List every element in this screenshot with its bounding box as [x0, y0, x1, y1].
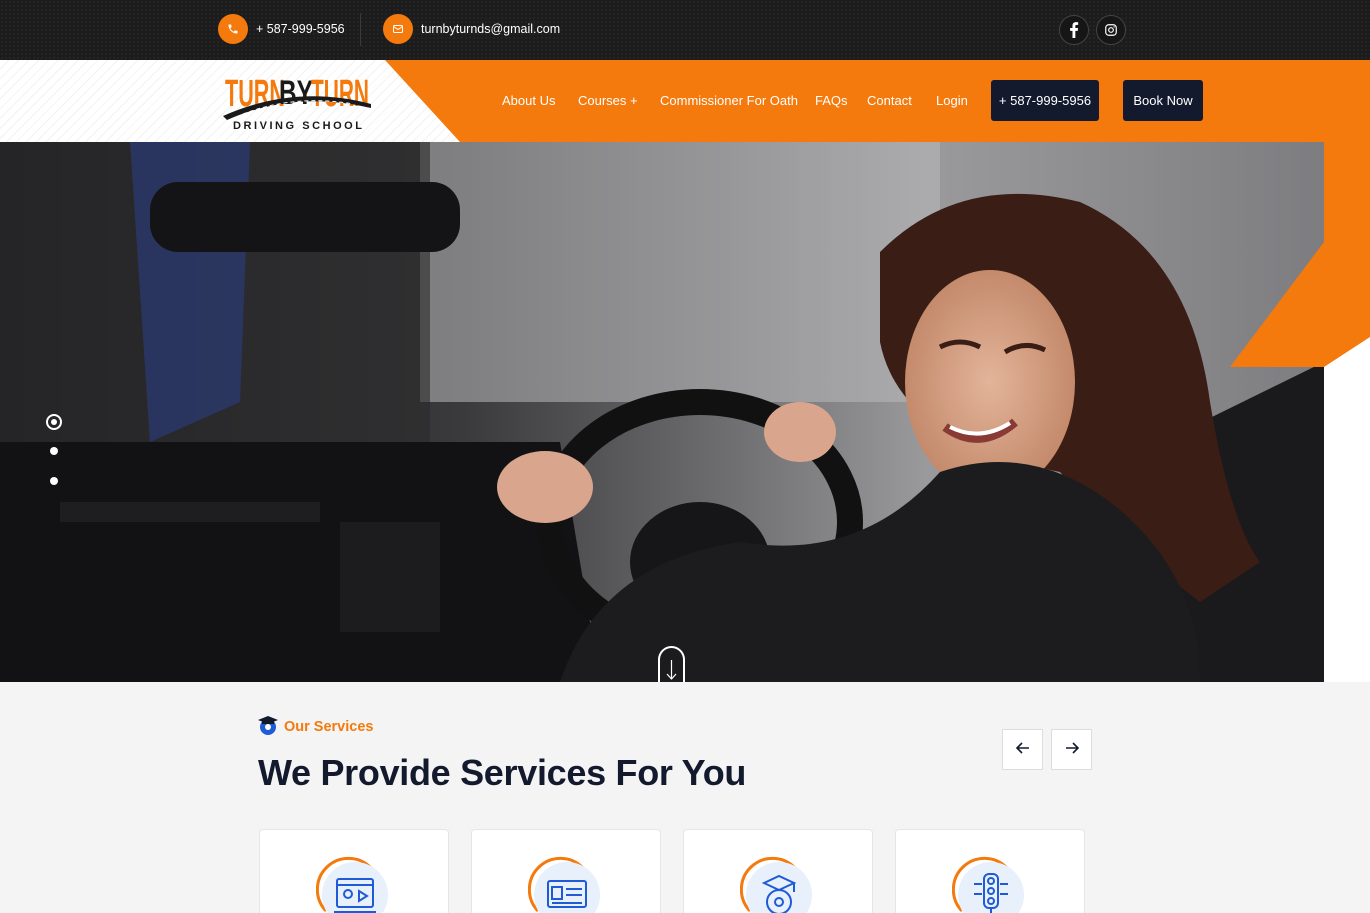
services-section: Our Services We Provide Services For You	[0, 682, 1370, 913]
nav-about[interactable]: About Us	[502, 93, 555, 108]
nav-commissioner[interactable]: Commissioner For Oath	[660, 93, 798, 108]
service-card-1[interactable]	[259, 829, 449, 913]
service-card-4[interactable]	[895, 829, 1085, 913]
top-phone-text: + 587-999-5956	[256, 22, 345, 36]
site-logo[interactable]: TURN BY TURN DRIVING SCHOOL	[223, 68, 371, 136]
hero-image	[0, 142, 1324, 682]
svg-text:BY: BY	[279, 74, 313, 112]
nav-contact[interactable]: Contact	[867, 93, 912, 108]
hero-side-strip	[1324, 142, 1370, 682]
graduate-wheel-icon	[258, 714, 278, 740]
video-lesson-icon	[316, 856, 388, 913]
svg-text:DRIVING SCHOOL: DRIVING SCHOOL	[233, 120, 365, 132]
slider-dot-3[interactable]	[50, 477, 58, 485]
slider-dot-1[interactable]	[46, 414, 62, 430]
arrow-left-icon	[1015, 741, 1030, 759]
email-icon	[383, 14, 413, 44]
nav-faqs[interactable]: FAQs	[815, 93, 848, 108]
services-tag: Our Services	[258, 714, 373, 740]
services-title: We Provide Services For You	[258, 752, 747, 793]
topbar-divider	[360, 13, 361, 46]
license-card-icon	[528, 856, 600, 913]
book-now-button[interactable]: Book Now	[1123, 80, 1203, 121]
traffic-light-icon	[952, 856, 1024, 913]
nav-courses[interactable]: Courses +	[578, 93, 638, 108]
svg-text:TURN: TURN	[311, 73, 369, 115]
top-email[interactable]: turnbyturnds@gmail.com	[383, 14, 560, 44]
next-arrow-button[interactable]	[1051, 729, 1092, 770]
services-tag-text: Our Services	[284, 719, 374, 735]
main-header: TURN BY TURN DRIVING SCHOOL About Us Cou…	[0, 60, 1370, 142]
nav-login[interactable]: Login	[936, 93, 968, 108]
hero-slider[interactable]	[0, 142, 1324, 682]
scroll-down-icon[interactable]	[658, 646, 685, 682]
facebook-icon[interactable]	[1059, 15, 1089, 45]
prev-arrow-button[interactable]	[1002, 729, 1043, 770]
service-card-2[interactable]	[471, 829, 661, 913]
slider-dot-2[interactable]	[50, 447, 58, 455]
instagram-icon[interactable]	[1096, 15, 1126, 45]
phone-icon	[218, 14, 248, 44]
top-bar: + 587-999-5956 turnbyturnds@gmail.com	[0, 0, 1370, 60]
header-phone-button[interactable]: + 587-999-5956	[991, 80, 1099, 121]
graduate-wheel-icon	[740, 856, 812, 913]
service-card-3[interactable]	[683, 829, 873, 913]
arrow-right-icon	[1065, 741, 1079, 759]
top-email-text: turnbyturnds@gmail.com	[421, 22, 561, 36]
top-phone[interactable]: + 587-999-5956	[218, 14, 345, 44]
